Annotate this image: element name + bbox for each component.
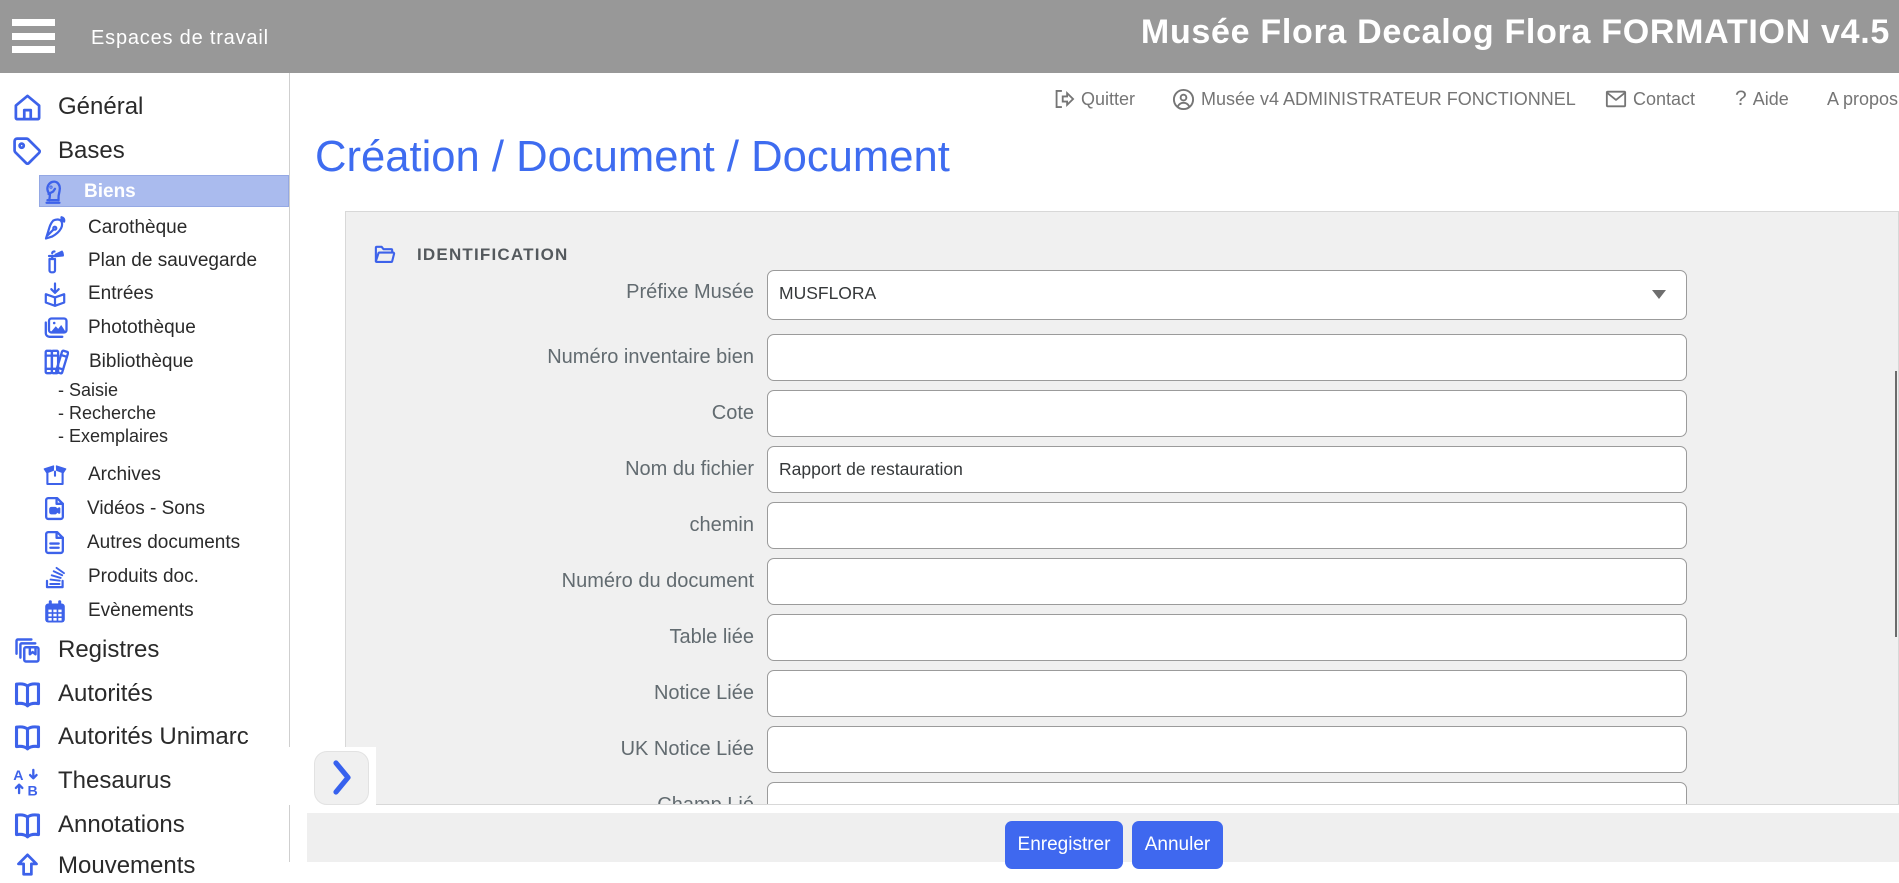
svg-text:B: B [28, 783, 38, 796]
svg-text:A: A [13, 768, 23, 784]
